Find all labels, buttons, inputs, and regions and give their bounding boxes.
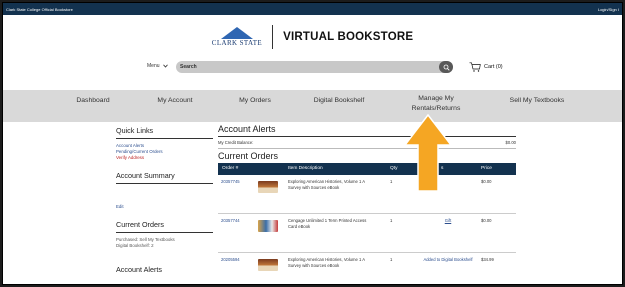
price: $34.99: [481, 257, 494, 262]
col-order: Order #: [222, 166, 239, 171]
cart-label: Cart (0): [484, 64, 503, 70]
nav-dashboard[interactable]: Dashboard: [69, 97, 117, 104]
search-button[interactable]: [439, 61, 453, 73]
site-title: VIRTUAL BOOKSTORE: [283, 30, 414, 43]
book-cover: [258, 259, 278, 271]
clark-state-logo[interactable]: CLARK STATE: [211, 26, 263, 47]
store-name: Clark State College Official Bookstore: [6, 6, 73, 12]
book-cover: [258, 220, 278, 232]
order-number[interactable]: 20357744: [221, 218, 240, 223]
search-icon: [443, 64, 450, 71]
nav-manage-rentals[interactable]: Manage My Rentals/Returns: [404, 94, 468, 114]
divider: [218, 148, 516, 149]
logo-mark-icon: [220, 26, 253, 39]
digital-bookshelf-count: Digital Bookshelf: 2: [116, 243, 154, 248]
qty: 1: [390, 179, 393, 184]
main-content: Account Alerts My Credit Balance: $0.00 …: [218, 123, 516, 284]
link-verify-address[interactable]: Verify Address: [116, 155, 213, 161]
search-input[interactable]: Search: [176, 61, 453, 73]
site-header: CLARK STATE VIRTUAL BOOKSTORE: [3, 15, 622, 58]
status-text: Added to Digital Bookshelf: [423, 257, 473, 262]
col-qty: Qty: [390, 166, 398, 171]
credit-value: $0.00: [505, 140, 516, 145]
item-description: Exploring American Histories, Volume 1 A…: [288, 257, 365, 268]
qty: 1: [390, 257, 393, 262]
logo-text: CLARK STATE: [211, 38, 263, 47]
credit-balance-row: My Credit Balance: $0.00: [218, 140, 516, 145]
search-placeholder: Search: [180, 64, 197, 70]
orders-table-header: Order # Item Description Qty s Price: [218, 163, 516, 175]
menu-label: Menu: [147, 63, 160, 69]
cart-link[interactable]: Cart (0): [469, 62, 503, 72]
login-link[interactable]: Login/Sign I: [598, 7, 619, 12]
sidebar: Quick Links Account Alerts Pending/Curre…: [116, 123, 213, 274]
col-description: Item Description: [288, 166, 323, 171]
account-alerts-title: Account Alerts: [218, 124, 276, 134]
browser-page: Clark State College Official Bookstore L…: [2, 2, 623, 285]
divider: [218, 136, 516, 137]
header-divider: [272, 24, 274, 49]
price: $0.00: [481, 218, 492, 223]
current-orders-heading: Current Orders: [116, 220, 164, 229]
divider: [116, 138, 213, 139]
top-bar: Clark State College Official Bookstore L…: [3, 3, 622, 15]
item-description: Exploring American Histories, Volume 1 A…: [288, 179, 365, 190]
arrow-up-icon: [404, 114, 452, 192]
col-price: Price: [481, 166, 492, 171]
qty: 1: [390, 218, 393, 223]
account-summary-heading: Account Summary: [116, 171, 175, 180]
nav-my-account[interactable]: My Account: [147, 97, 203, 104]
divider: [116, 183, 213, 184]
table-row: 20357745 Exploring American Histories, V…: [218, 175, 516, 214]
item-description: Cengage Unlimited 1 Term Printed Access …: [288, 218, 367, 229]
order-number[interactable]: 20357745: [221, 179, 240, 184]
account-alerts-heading: Account Alerts: [116, 265, 162, 274]
search-row: Menu Search Cart (0): [3, 58, 622, 80]
status-link[interactable]: Gift: [433, 218, 463, 223]
book-cover: [258, 181, 278, 193]
credit-label: My Credit Balance:: [218, 140, 254, 145]
table-row: 20205594 Exploring American Histories, V…: [218, 253, 516, 284]
order-number[interactable]: 20205594: [221, 257, 240, 262]
nav-sell-textbooks[interactable]: Sell My Textbooks: [502, 97, 572, 104]
menu-button[interactable]: Menu: [147, 63, 168, 69]
table-row: 20357744 Cengage Unlimited 1 Term Printe…: [218, 214, 516, 253]
quick-links-heading: Quick Links: [116, 126, 154, 135]
price: $0.00: [481, 179, 492, 184]
current-orders-title: Current Orders: [218, 151, 279, 161]
main-nav: Dashboard My Account My Orders Digital B…: [3, 90, 622, 122]
edit-link[interactable]: Edit: [116, 204, 213, 210]
divider: [116, 232, 213, 233]
chevron-down-icon: [162, 64, 168, 68]
nav-my-orders[interactable]: My Orders: [230, 97, 280, 104]
cart-icon: [469, 62, 481, 72]
nav-digital-bookshelf[interactable]: Digital Bookshelf: [301, 97, 377, 104]
